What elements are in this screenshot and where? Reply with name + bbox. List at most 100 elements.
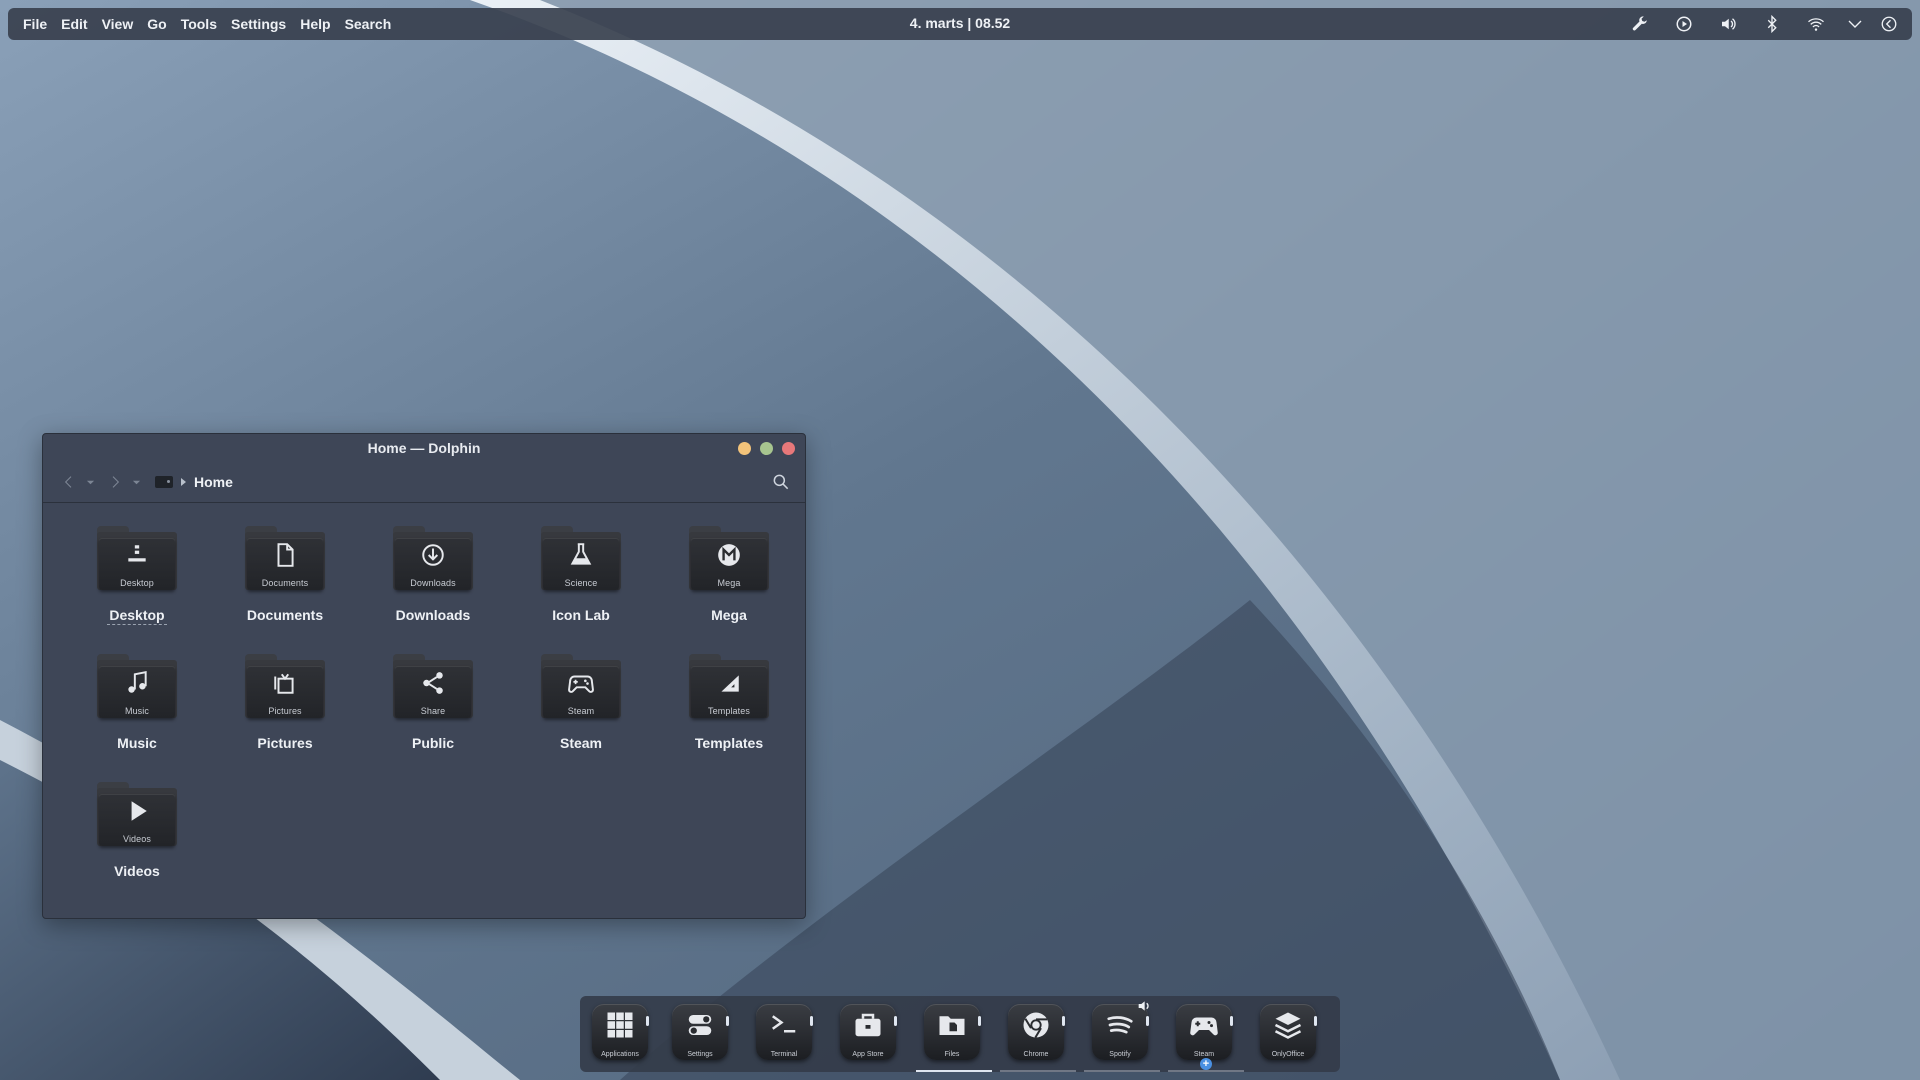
folder-icon: Downloads — [393, 526, 473, 592]
folder-icon-label: Videos — [123, 834, 151, 844]
folder-icon-label: Share — [420, 706, 446, 716]
chevron-left-icon — [64, 476, 72, 488]
music-note-icon — [123, 670, 151, 696]
folder-icon: Steam — [541, 654, 621, 720]
wrench-icon[interactable] — [1618, 8, 1662, 40]
folder-pictures[interactable]: Pictures Pictures — [211, 652, 359, 780]
window-titlebar[interactable]: Home — Dolphin — [43, 434, 805, 462]
dock-item-settings[interactable]: Settings — [668, 1004, 729, 1062]
window-indicator — [1000, 1070, 1076, 1072]
dock-item-label: OnlyOffice — [1271, 1051, 1305, 1058]
menu-edit[interactable]: Edit — [54, 16, 94, 32]
item-label: Downloads — [395, 607, 471, 623]
picture-frame-icon — [271, 670, 299, 696]
folder-icon-lab[interactable]: Science Icon Lab — [507, 524, 655, 652]
folder-documents[interactable]: Documents Documents — [211, 524, 359, 652]
document-icon — [271, 542, 299, 568]
breadcrumb[interactable]: Home — [155, 474, 233, 490]
folder-steam[interactable]: Steam Steam — [507, 652, 655, 780]
running-indicator — [1062, 1016, 1065, 1026]
window-indicator — [1084, 1070, 1160, 1072]
item-label: Public — [411, 735, 454, 751]
folder-icon-label: Documents — [261, 578, 309, 588]
window-title: Home — Dolphin — [367, 440, 481, 456]
item-label: Videos — [114, 863, 160, 879]
dock-item-app-store[interactable]: App Store — [836, 1004, 897, 1062]
forward-button[interactable] — [103, 468, 127, 496]
chevron-down-icon[interactable] — [1838, 8, 1872, 40]
wifi-icon[interactable] — [1794, 8, 1838, 40]
menu-settings[interactable]: Settings — [224, 16, 293, 32]
maximize-button[interactable] — [760, 442, 773, 455]
folder-icon: Videos — [97, 782, 177, 848]
menu-file[interactable]: File — [16, 16, 54, 32]
folder-icon-label: Pictures — [268, 706, 302, 716]
back-button[interactable] — [57, 468, 81, 496]
folder-icon-label: Mega — [717, 578, 741, 588]
running-indicator — [810, 1016, 813, 1026]
folder-icon-label: Downloads — [410, 578, 456, 588]
dolphin-window: Home — Dolphin Home Desktop Desktop Docu… — [42, 433, 806, 919]
download-icon — [419, 542, 447, 568]
folder-icon: Documents — [245, 526, 325, 592]
close-button[interactable] — [782, 442, 795, 455]
play-circle-icon[interactable] — [1662, 8, 1706, 40]
navigation-buttons — [57, 468, 145, 496]
plus-badge-icon: + — [1200, 1058, 1212, 1070]
dock-item-onlyoffice[interactable]: OnlyOffice — [1256, 1004, 1317, 1062]
search-button[interactable] — [771, 472, 791, 492]
mega-icon — [715, 542, 743, 568]
active-indicator — [916, 1070, 992, 1072]
window-indicator — [1168, 1070, 1244, 1072]
caret-down-icon — [86, 480, 94, 484]
folder-videos[interactable]: Videos Videos — [63, 780, 211, 908]
menu-tools[interactable]: Tools — [174, 16, 224, 32]
search-icon — [773, 474, 789, 490]
menu-go[interactable]: Go — [140, 16, 173, 32]
dock-item-spotify[interactable]: Spotify — [1084, 1001, 1160, 1072]
folder-downloads[interactable]: Downloads Downloads — [359, 524, 507, 652]
running-indicator — [978, 1016, 981, 1026]
dock-item-terminal[interactable]: Terminal — [752, 1004, 813, 1062]
file-grid: Desktop Desktop Documents Documents Down… — [63, 524, 803, 908]
item-label: Pictures — [257, 735, 313, 751]
folder-icon: Music — [97, 654, 177, 720]
item-label: Mega — [711, 607, 747, 623]
breadcrumb-home[interactable]: Home — [194, 474, 233, 490]
item-label: Icon Lab — [552, 607, 610, 623]
menu-search[interactable]: Search — [338, 16, 399, 32]
running-indicator — [894, 1016, 897, 1026]
folder-icon: Pictures — [245, 654, 325, 720]
chevron-right-icon — [112, 476, 120, 488]
volume-badge-icon — [1136, 998, 1152, 1014]
folder-desktop[interactable]: Desktop Desktop — [63, 524, 211, 652]
bluetooth-icon[interactable] — [1750, 8, 1794, 40]
dock-item-applications[interactable]: Applications — [588, 1004, 649, 1062]
drive-icon[interactable] — [155, 476, 173, 488]
folder-icon: Desktop — [97, 526, 177, 592]
folder-music[interactable]: Music Music — [63, 652, 211, 780]
breadcrumb-separator-icon[interactable] — [181, 478, 186, 486]
minimize-button[interactable] — [738, 442, 751, 455]
dock-item-steam[interactable]: Steam + — [1168, 1004, 1244, 1072]
menu-help[interactable]: Help — [293, 16, 337, 32]
volume-icon[interactable] — [1706, 8, 1750, 40]
folder-icon: Templates — [689, 654, 769, 720]
dock-item-files[interactable]: Files — [916, 1004, 992, 1072]
back-circle-icon[interactable] — [1872, 8, 1906, 40]
folder-mega[interactable]: Mega Mega — [655, 524, 803, 652]
item-label: Music — [117, 735, 157, 751]
back-history-dropdown[interactable] — [81, 468, 99, 496]
running-indicator — [1146, 1016, 1149, 1026]
template-triangle-icon — [715, 670, 743, 696]
forward-history-dropdown[interactable] — [127, 468, 145, 496]
dock-item-label: Chrome — [1023, 1051, 1049, 1058]
folder-icon-label: Desktop — [120, 578, 154, 588]
dock-item-chrome[interactable]: Chrome — [1000, 1004, 1076, 1072]
folder-public[interactable]: Share Public — [359, 652, 507, 780]
window-controls — [738, 442, 795, 455]
folder-icon: Share — [393, 654, 473, 720]
folder-templates[interactable]: Templates Templates — [655, 652, 803, 780]
top-panel: File Edit View Go Tools Settings Help Se… — [8, 8, 1912, 40]
menu-view[interactable]: View — [95, 16, 141, 32]
